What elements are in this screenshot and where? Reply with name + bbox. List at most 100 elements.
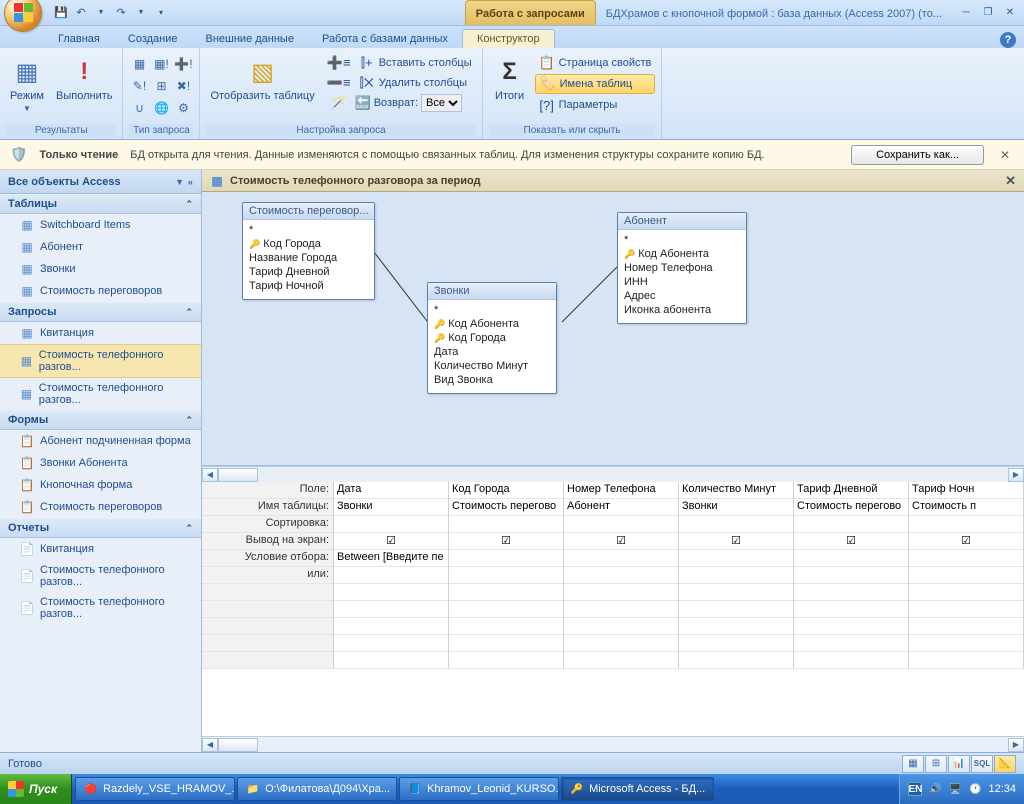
taskbar-item[interactable]: 🔑Microsoft Access - БД... bbox=[561, 777, 714, 801]
nav-item-query[interactable]: ▦Стоимость телефонного разгов... bbox=[0, 378, 201, 410]
table-field[interactable]: 🔑Код Города bbox=[249, 237, 368, 251]
qbe-cell[interactable] bbox=[909, 516, 1023, 533]
nav-item-report[interactable]: 📄Стоимость телефонного разгов... bbox=[0, 560, 201, 592]
table-field[interactable]: ИНН bbox=[624, 275, 740, 289]
crosstab-icon[interactable]: ⊞ bbox=[151, 76, 171, 96]
insert-cols-button[interactable]: ⫿+Вставить столбцы bbox=[355, 54, 476, 72]
minimize-button[interactable]: ─ bbox=[956, 5, 976, 21]
qbe-cell[interactable] bbox=[334, 618, 448, 635]
scroll-thumb[interactable] bbox=[218, 468, 258, 482]
qbe-cell[interactable] bbox=[794, 550, 908, 567]
help-icon[interactable]: ? bbox=[1000, 32, 1016, 48]
qbe-cell[interactable]: Звонки bbox=[679, 499, 793, 516]
union-icon[interactable]: ∪ bbox=[129, 98, 149, 118]
table-field[interactable]: Вид Звонка bbox=[434, 373, 550, 387]
view-pivottable-icon[interactable]: ⊞ bbox=[925, 755, 947, 773]
delete-rows-button[interactable]: ➖≡ bbox=[327, 74, 351, 92]
passthrough-icon[interactable]: 🌐 bbox=[151, 98, 171, 118]
table-field[interactable]: Тариф Дневной bbox=[249, 265, 368, 279]
nav-item-form[interactable]: 📋Стоимость переговоров bbox=[0, 496, 201, 518]
table-field[interactable]: 🔑Код Абонента bbox=[624, 247, 740, 261]
qbe-cell[interactable] bbox=[909, 635, 1023, 652]
qbe-cell[interactable] bbox=[794, 601, 908, 618]
nav-group-header-report[interactable]: Отчеты⌃ bbox=[0, 518, 201, 538]
qbe-grid[interactable]: Поле:Имя таблицы:Сортировка:Вывод на экр… bbox=[202, 482, 1024, 752]
qbe-cell[interactable] bbox=[794, 567, 908, 584]
view-datasheet-icon[interactable]: ▦ bbox=[902, 755, 924, 773]
document-tab[interactable]: ▦ Стоимость телефонного разговора за пер… bbox=[202, 170, 1024, 192]
qbe-cell[interactable] bbox=[449, 516, 563, 533]
tray-icon-1[interactable]: 🔊 bbox=[928, 782, 942, 796]
insert-rows-button[interactable]: ➕≡ bbox=[327, 54, 351, 72]
qbe-cell[interactable]: Стоимость перегово bbox=[794, 499, 908, 516]
nav-item-table[interactable]: ▦Switchboard Items bbox=[0, 214, 201, 236]
ribbon-tab-create[interactable]: Создание bbox=[114, 30, 192, 48]
table-field[interactable]: Номер Телефона bbox=[624, 261, 740, 275]
qbe-cell[interactable]: Стоимость п bbox=[909, 499, 1023, 516]
view-sql-icon[interactable]: SQL bbox=[971, 755, 993, 773]
scroll-thumb[interactable] bbox=[218, 738, 258, 752]
ribbon-tab-external[interactable]: Внешние данные bbox=[192, 30, 308, 48]
nav-item-form[interactable]: 📋Звонки Абонента bbox=[0, 452, 201, 474]
nav-header[interactable]: Все объекты Access ▼« bbox=[0, 170, 201, 194]
qbe-cell[interactable]: Тариф Ночн bbox=[909, 482, 1023, 499]
qbe-cell[interactable] bbox=[564, 652, 678, 669]
qbe-cell[interactable] bbox=[564, 584, 678, 601]
qbe-cell[interactable]: ☑ bbox=[564, 533, 678, 550]
taskbar-item[interactable]: 🔴Razdely_VSE_HRAMOV_... bbox=[75, 777, 235, 801]
table-field[interactable]: Тариф Ночной bbox=[249, 279, 368, 293]
restore-button[interactable]: ❐ bbox=[978, 5, 998, 21]
qbe-cell[interactable] bbox=[909, 567, 1023, 584]
qbe-column[interactable]: ДатаЗвонки☑Between [Введите пе bbox=[334, 482, 449, 669]
qbe-cell[interactable] bbox=[334, 601, 448, 618]
table-names-button[interactable]: 🏷️Имена таблиц bbox=[535, 74, 656, 94]
nav-item-report[interactable]: 📄Квитанция bbox=[0, 538, 201, 560]
qbe-cell[interactable] bbox=[449, 652, 563, 669]
nav-group-header-query[interactable]: Запросы⌃ bbox=[0, 302, 201, 322]
qbe-cell[interactable] bbox=[564, 550, 678, 567]
table-field[interactable]: Адрес bbox=[624, 289, 740, 303]
table-field[interactable]: 🔑Код Абонента bbox=[434, 317, 550, 331]
nav-group-header-table[interactable]: Таблицы⌃ bbox=[0, 194, 201, 214]
table-box-header[interactable]: Звонки bbox=[428, 283, 556, 300]
show-table-button[interactable]: ▧ Отобразить таблицу bbox=[206, 54, 318, 104]
nav-item-table[interactable]: ▦Стоимость переговоров bbox=[0, 280, 201, 302]
delete-cols-button[interactable]: ⫿✕Удалить столбцы bbox=[355, 74, 476, 92]
qbe-cell[interactable] bbox=[909, 584, 1023, 601]
table-field[interactable]: * bbox=[434, 303, 550, 317]
qbe-cell[interactable] bbox=[679, 601, 793, 618]
property-sheet-button[interactable]: 📋Страница свойств bbox=[535, 54, 656, 72]
return-combo[interactable]: 🔙 Возврат: Все bbox=[355, 94, 476, 112]
nav-item-form[interactable]: 📋Кнопочная форма bbox=[0, 474, 201, 496]
scroll-left-icon[interactable]: ◀ bbox=[202, 468, 218, 482]
qbe-cell[interactable] bbox=[679, 652, 793, 669]
save-icon[interactable]: 💾 bbox=[52, 4, 70, 22]
checkbox-icon[interactable]: ☑ bbox=[386, 535, 396, 547]
qbe-cell[interactable] bbox=[334, 635, 448, 652]
qbe-cell[interactable]: Код Города bbox=[449, 482, 563, 499]
ribbon-tab-design[interactable]: Конструктор bbox=[462, 29, 555, 48]
qbe-cell[interactable] bbox=[679, 567, 793, 584]
qbe-cell[interactable] bbox=[679, 584, 793, 601]
qbe-cell[interactable] bbox=[794, 584, 908, 601]
clock[interactable]: 12:34 bbox=[988, 783, 1016, 795]
redo-icon[interactable]: ↷ bbox=[112, 4, 130, 22]
qbe-cell[interactable]: ☑ bbox=[334, 533, 448, 550]
maketable-icon[interactable]: ▦! bbox=[151, 54, 171, 74]
qbe-cell[interactable]: ☑ bbox=[449, 533, 563, 550]
qbe-cell[interactable] bbox=[449, 618, 563, 635]
qbe-cell[interactable] bbox=[909, 601, 1023, 618]
qbe-cell[interactable] bbox=[449, 601, 563, 618]
qbe-cell[interactable] bbox=[679, 550, 793, 567]
qbe-cell[interactable] bbox=[449, 584, 563, 601]
table-field[interactable]: Иконка абонента bbox=[624, 303, 740, 317]
qbe-cell[interactable] bbox=[679, 635, 793, 652]
qbe-cell[interactable]: Абонент bbox=[564, 499, 678, 516]
undo-icon[interactable]: ↶ bbox=[72, 4, 90, 22]
qbe-column[interactable]: Тариф НочнСтоимость п☑ bbox=[909, 482, 1024, 669]
qbe-cell[interactable]: Номер Телефона bbox=[564, 482, 678, 499]
run-button[interactable]: ! Выполнить bbox=[52, 54, 116, 104]
select-query-icon[interactable]: ▦ bbox=[129, 54, 149, 74]
query-diagram[interactable]: Стоимость переговор...*🔑Код ГородаНазван… bbox=[202, 192, 1024, 466]
qbe-cell[interactable] bbox=[794, 516, 908, 533]
